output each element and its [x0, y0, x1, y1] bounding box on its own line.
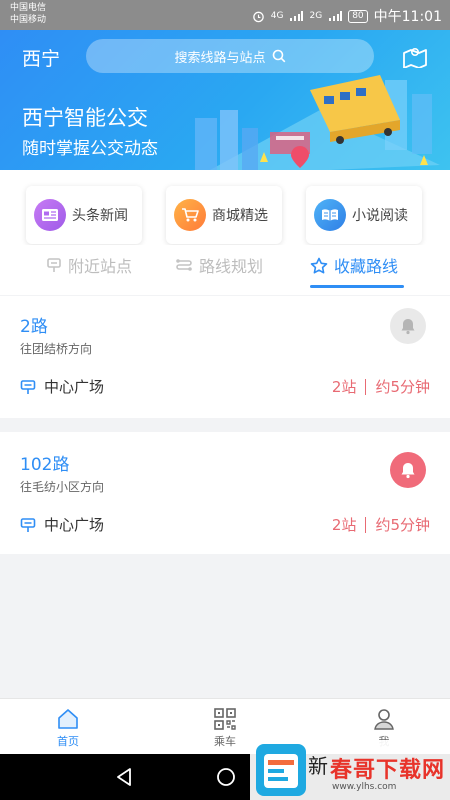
shortcut-news[interactable]: 头条新闻 [26, 186, 142, 244]
route-direction: 往团结桥方向 [20, 342, 93, 356]
nav-ride[interactable]: 乘车 [195, 707, 255, 749]
station-row: 中心广场 2站 约5分钟 [20, 514, 430, 535]
slogan-subtitle: 随时掌握公交动态 [22, 139, 158, 159]
app-screen: 中国电信 中国移动 4G 2G 80 中午11:01 西宁 搜索线路与站点 西宁… [0, 0, 450, 800]
star-icon [310, 257, 328, 273]
signal-icon [290, 10, 304, 21]
shortcut-novel[interactable]: 小说阅读 [306, 186, 422, 244]
route-card[interactable]: 2路 往团结桥方向 中心广场 2站 约5分钟 [0, 296, 450, 418]
carrier-info: 中国电信 中国移动 [10, 2, 46, 26]
shortcut-mall-label: 商城精选 [212, 208, 268, 224]
shortcut-novel-label: 小说阅读 [352, 208, 408, 224]
news-icon [34, 199, 66, 231]
status-right: 4G 2G 80 中午11:01 [252, 6, 442, 26]
route-card[interactable]: 102路 往毛纺小区方向 中心广场 2站 约5分钟 [0, 432, 450, 554]
eta: 约5分钟 [375, 516, 430, 534]
city-bus-illustration [195, 75, 440, 170]
route-name: 2路 [20, 317, 48, 337]
divider [365, 378, 367, 395]
route-icon [176, 259, 192, 271]
station-row: 中心广场 2站 约5分钟 [20, 376, 430, 397]
nav-home-label: 首页 [57, 735, 79, 748]
shortcut-mall[interactable]: 商城精选 [166, 186, 282, 244]
battery-indicator: 80 [348, 9, 368, 23]
cart-icon [174, 199, 206, 231]
tab-nearby-stops[interactable]: 附近站点 [46, 253, 132, 277]
reminder-bell-button[interactable] [390, 308, 426, 344]
divider [365, 516, 367, 533]
arrival-info: 2站 约5分钟 [332, 514, 430, 535]
tab-bar: 附近站点 路线规划 收藏路线 [0, 245, 450, 295]
network-label-2: 2G [309, 11, 323, 21]
network-label-1: 4G [270, 11, 284, 21]
station-name: 中心广场 [44, 378, 105, 396]
bus-stop-icon [20, 379, 36, 394]
tab-favorite-routes[interactable]: 收藏路线 [310, 253, 398, 277]
nav-home[interactable]: 首页 [38, 707, 98, 749]
reminder-bell-button[interactable] [390, 452, 426, 488]
clock: 中午11:01 [373, 9, 442, 25]
stops-away: 2站 [331, 516, 357, 534]
city-selector[interactable]: 西宁 [22, 44, 60, 71]
signal-icon-2 [329, 10, 343, 21]
arrival-info: 2站 约5分钟 [332, 376, 430, 397]
station-name: 中心广场 [44, 516, 105, 534]
eta: 约5分钟 [375, 378, 430, 396]
tab-route-planning[interactable]: 路线规划 [175, 253, 263, 277]
carrier-2: 中国移动 [10, 15, 47, 25]
alarm-icon [252, 11, 264, 22]
active-tab-indicator [310, 285, 404, 288]
route-name: 102路 [20, 455, 70, 475]
search-placeholder: 搜索线路与站点 [174, 50, 266, 66]
qrcode-icon [214, 708, 236, 730]
tab-favorite-routes-label: 收藏路线 [334, 257, 399, 276]
map-icon[interactable] [402, 44, 428, 68]
tab-nearby-stops-label: 附近站点 [68, 257, 133, 276]
nav-ride-label: 乘车 [214, 735, 236, 748]
home-circle-icon[interactable] [216, 767, 236, 787]
header-banner: 西宁 搜索线路与站点 西宁智能公交 随时掌握公交动态 [0, 30, 450, 170]
book-icon [314, 199, 346, 231]
shortcut-news-label: 头条新闻 [72, 208, 128, 224]
slogan-title: 西宁智能公交 [22, 106, 148, 130]
back-icon[interactable] [114, 767, 134, 787]
home-icon [58, 709, 78, 729]
watermark-partial-text: 新 [308, 754, 328, 778]
watermark-text: 春哥下载网 [330, 758, 446, 783]
bell-icon [401, 463, 415, 479]
watermark-url: www.ylhs.com [332, 782, 397, 792]
search-icon [272, 49, 285, 63]
bus-stop-icon [20, 517, 36, 532]
route-direction: 往毛纺小区方向 [20, 480, 105, 494]
bus-stop-icon [47, 258, 61, 272]
status-bar: 中国电信 中国移动 4G 2G 80 中午11:01 [0, 0, 450, 30]
search-input[interactable]: 搜索线路与站点 [86, 39, 374, 73]
bell-icon [401, 319, 415, 335]
stops-away: 2站 [331, 378, 357, 396]
profile-icon [374, 709, 394, 730]
tab-route-planning-label: 路线规划 [199, 257, 264, 276]
carrier-1: 中国电信 [10, 3, 47, 13]
